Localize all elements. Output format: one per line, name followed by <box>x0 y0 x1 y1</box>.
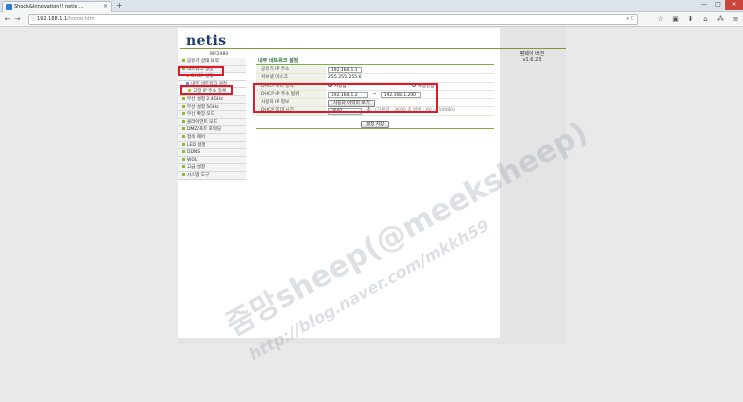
sidebar-item-system-tools[interactable]: 시스템 도구 <box>178 171 246 180</box>
sidebar-item-ddns[interactable]: DDNS <box>178 149 246 157</box>
url-host: 192.168.1.1 <box>37 16 68 22</box>
browser-nav-bar: ← → ⓘ 192.168.1.1/home.htm ▾ C ☆ ▣ ⬇ ⌂ ⁂… <box>0 12 743 27</box>
favicon-icon <box>6 4 12 10</box>
subnet-row: 서브넷 마스크 255.255.255.0 <box>256 74 494 83</box>
bullet-icon <box>182 59 185 62</box>
info-icon: ⓘ <box>31 16 37 22</box>
form-bottom-divider <box>256 128 494 129</box>
browser-toolbar: ☆ ▣ ⬇ ⌂ ⁂ ≡ <box>656 15 740 24</box>
subnet-value: 255.255.255.0 <box>328 75 362 81</box>
bullet-icon <box>182 127 185 131</box>
back-icon[interactable]: ← <box>3 15 12 24</box>
url-dropdown-reload-icon[interactable]: ▾ C <box>626 15 634 24</box>
bullet-icon <box>182 96 185 100</box>
highlight-lan-menu <box>180 85 233 95</box>
extension-icon[interactable]: ⁂ <box>716 15 725 24</box>
router-ip-input[interactable]: 192.168.1.1 <box>328 66 362 74</box>
browser-tab-bar: Shock&Innovation!! netis ... × + — □ × <box>0 0 743 12</box>
section-title: 내부 네트워크 설정 <box>258 58 299 64</box>
sidebar-item-advanced[interactable]: 고급 설정 <box>178 164 246 172</box>
sidebar-item-wol[interactable]: WOL <box>178 156 246 165</box>
bullet-icon <box>182 172 185 176</box>
bullet-icon <box>182 134 185 138</box>
bullet-icon <box>182 150 185 154</box>
bullet-icon <box>182 157 185 161</box>
router-ip-row: 공유기 IP 주소 192.168.1.1 <box>256 66 494 75</box>
header-divider <box>180 48 566 49</box>
sidebar-item-repeater[interactable]: 무선 확장 모드 <box>178 111 246 119</box>
minimize-button[interactable]: — <box>697 0 711 10</box>
menu-icon[interactable]: ≡ <box>731 15 740 24</box>
sidebar-item-access-control[interactable]: 접속 제어 <box>178 133 246 142</box>
download-icon[interactable]: ⬇ <box>686 15 695 24</box>
bookmark-star-icon[interactable]: ☆ <box>656 15 665 24</box>
sidebar-item-wifi-5[interactable]: 무선 설정 5GHz <box>178 103 246 112</box>
highlight-network-menu <box>178 66 224 76</box>
bullet-icon <box>182 142 185 146</box>
sidebar-item-client-mode[interactable]: 클라이언트 모드 <box>178 118 246 127</box>
browser-tab[interactable]: Shock&Innovation!! netis ... × <box>2 1 112 12</box>
window-controls: — □ × <box>697 0 743 10</box>
bullet-icon <box>182 112 185 116</box>
url-path: /home.htm <box>67 16 95 22</box>
save-settings-button[interactable]: 설정 저장 <box>360 120 390 128</box>
sidebar-item-dmz[interactable]: DMZ/포트 포워딩 <box>178 126 246 134</box>
close-window-button[interactable]: × <box>725 0 743 10</box>
sidebar-item-led[interactable]: LED 설정 <box>178 141 246 150</box>
bullet-icon <box>182 119 185 123</box>
firmware-info: 펌웨어 버전 v1.6.23 <box>508 51 556 63</box>
bullet-icon <box>182 165 185 169</box>
router-ip-label: 공유기 IP 주소 <box>256 66 326 74</box>
netis-logo: netis <box>186 33 227 49</box>
highlight-dhcp-section <box>253 83 438 113</box>
subnet-label: 서브넷 마스크 <box>256 74 326 82</box>
firmware-version: v1.6.23 <box>522 57 542 63</box>
address-bar[interactable]: ⓘ 192.168.1.1/home.htm ▾ C <box>28 14 638 25</box>
section-divider <box>256 64 494 65</box>
maximize-button[interactable]: □ <box>711 0 725 10</box>
home-icon[interactable]: ⌂ <box>701 15 710 24</box>
tab-title: Shock&Innovation!! netis ... <box>14 4 84 10</box>
sidebar-item-wifi-24[interactable]: 무선 설정 2.4GHz <box>178 95 246 104</box>
close-tab-icon[interactable]: × <box>103 2 108 12</box>
model-name: WF2480 <box>209 52 229 57</box>
reading-list-icon[interactable]: ▣ <box>671 15 680 24</box>
save-area: 설정 저장 <box>256 120 494 139</box>
forward-icon[interactable]: → <box>13 15 22 24</box>
bullet-icon <box>182 104 185 108</box>
new-tab-button[interactable]: + <box>116 2 126 10</box>
sidebar-item-status[interactable]: 공유기 상태 요약 <box>178 58 246 66</box>
